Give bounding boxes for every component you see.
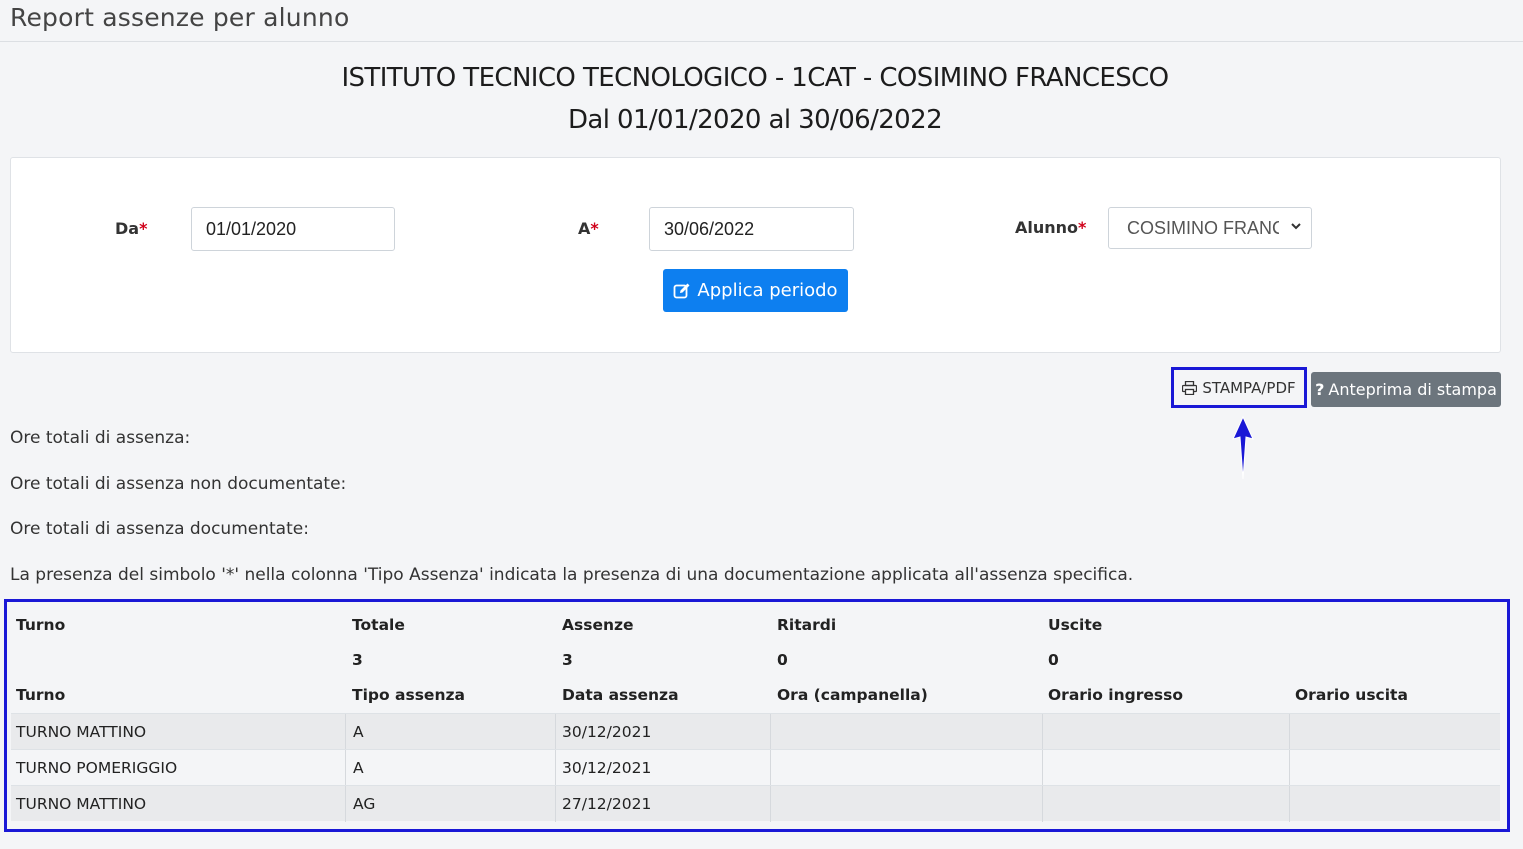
a-date-input[interactable]: 30/06/2022 [649,207,854,251]
report-heading: ISTITUTO TECNICO TECNOLOGICO - 1CAT - CO… [341,63,1169,93]
row-turno: TURNO MATTINO [16,795,147,813]
chevron-down-icon [1291,223,1301,230]
summary-value-assenze: 3 [562,651,573,669]
apply-period-button[interactable]: Applica periodo [663,269,848,312]
print-icon [1182,380,1198,395]
row-data: 27/12/2021 [562,795,652,813]
a-label: A* [578,219,599,238]
summary-value-totale: 3 [352,651,363,669]
table-row: TURNO MATTINO AG 27/12/2021 [11,785,1500,822]
row-tipo: A [353,759,364,777]
ore-totali-text: Ore totali di assenza: [10,428,191,448]
summary-header-ritardi: Ritardi [777,616,837,634]
ore-documentate-text: Ore totali di assenza documentate: [10,519,309,539]
detail-header-ora: Ora (campanella) [777,686,928,704]
table-row: TURNO POMERIGGIO A 30/12/2021 [11,749,1500,786]
alunno-select-value: COSIMINO FRANCESCO [1127,218,1279,238]
row-data: 30/12/2021 [562,723,652,741]
detail-header-tipo: Tipo assenza [352,686,465,704]
row-turno: TURNO POMERIGGIO [16,759,178,777]
print-preview-button[interactable]: ? Anteprima di stampa [1311,372,1501,407]
summary-header-assenze: Assenze [562,616,634,634]
print-preview-label: Anteprima di stampa [1328,380,1497,399]
alunno-label: Alunno* [1015,218,1087,237]
apply-period-label: Applica periodo [697,280,838,301]
detail-header-ingresso: Orario ingresso [1048,686,1183,704]
absence-table: Turno Totale Assenze Ritardi Uscite 3 3 … [11,606,1500,822]
row-data: 30/12/2021 [562,759,652,777]
summary-header-totale: Totale [352,616,405,634]
row-tipo: A [353,723,364,741]
detail-header-uscita: Orario uscita [1295,686,1408,704]
arrow-up-icon [1232,415,1254,480]
summary-header-turno: Turno [16,616,66,634]
summary-value-uscite: 0 [1048,651,1059,669]
detail-header-turno: Turno [16,686,66,704]
print-pdf-button[interactable]: STAMPA/PDF [1174,370,1304,405]
da-label: Da* [115,219,148,238]
alunno-select[interactable]: COSIMINO FRANCESCO [1108,207,1312,249]
detail-header-data: Data assenza [562,686,679,704]
question-icon: ? [1315,380,1325,399]
da-date-input[interactable]: 01/01/2020 [191,207,395,251]
row-tipo: AG [353,795,376,813]
print-pdf-label: STAMPA/PDF [1202,378,1296,397]
summary-value-ritardi: 0 [777,651,788,669]
ore-non-documentate-text: Ore totali di assenza non documentate: [10,474,347,494]
filter-card [10,157,1501,353]
edit-icon [674,283,690,298]
page-title: Report assenze per alunno [10,3,350,32]
legend-note-text: La presenza del simbolo '*' nella colonn… [10,565,1134,585]
report-period: Dal 01/01/2020 al 30/06/2022 [567,105,943,135]
table-row: TURNO MATTINO A 30/12/2021 [11,713,1500,750]
page-header: Report assenze per alunno [0,0,1523,42]
row-turno: TURNO MATTINO [16,723,147,741]
summary-header-uscite: Uscite [1048,616,1103,634]
